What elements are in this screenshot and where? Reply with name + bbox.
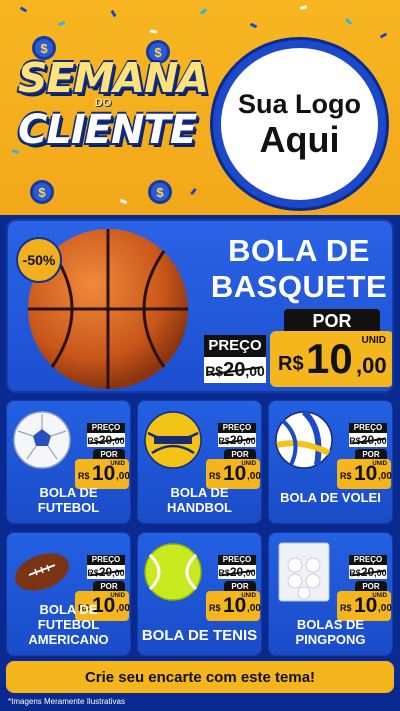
product-name: BOLAS DE PINGPONG bbox=[295, 617, 366, 647]
new-price: UNID R$ 10 ,00 bbox=[206, 591, 261, 621]
cta-banner[interactable]: Crie seu encarte com este tema! bbox=[6, 661, 394, 693]
old-price: R$20,00 bbox=[87, 565, 125, 579]
confetti bbox=[19, 6, 28, 13]
handball-icon bbox=[144, 411, 202, 469]
price-integer: 10 bbox=[223, 594, 247, 617]
logo-text-line2: Aqui bbox=[259, 119, 340, 160]
confetti bbox=[57, 20, 66, 27]
confetti bbox=[110, 9, 117, 18]
featured-product: -50% BOLA DE BASQUETE PREÇO R$20,00 POR … bbox=[6, 219, 394, 393]
old-price: R$20,00 bbox=[349, 433, 387, 447]
product-card: PREÇO R$20,00 POR UNID R$ 10 ,00 BOLA DE… bbox=[6, 532, 131, 656]
discount-badge: -50% bbox=[16, 237, 62, 283]
product-card: PREÇO R$20,00 POR UNID R$ 10 ,00 BOLA DE… bbox=[137, 532, 262, 656]
confetti bbox=[149, 29, 158, 34]
price-currency: R$ bbox=[340, 471, 352, 481]
price-integer: 10 bbox=[92, 462, 116, 485]
volleyball-icon bbox=[275, 409, 333, 469]
header-banner: $ $ $ $ SEMANA DO CLIENTE Sua Logo Aqui bbox=[0, 0, 400, 215]
old-price-label: PREÇO bbox=[87, 423, 125, 433]
old-price: R$20,00 bbox=[218, 565, 256, 579]
logo-text-line1: Sua Logo bbox=[238, 89, 361, 119]
price-integer: 10 bbox=[354, 462, 378, 485]
product-name: BOLA DE HANDBOL bbox=[167, 485, 232, 515]
american-football-icon bbox=[15, 553, 69, 591]
product-name: BOLA DE TENIS bbox=[141, 627, 258, 644]
logo-placeholder: Sua Logo Aqui bbox=[213, 40, 386, 208]
product-card: PREÇO R$20,00 POR UNID R$ 10 ,00 BOLA DE… bbox=[6, 400, 131, 524]
old-price-label: PREÇO bbox=[204, 335, 266, 357]
old-price: R$20,00 bbox=[349, 565, 387, 579]
old-price: R$20,00 bbox=[204, 357, 266, 383]
product-card: PREÇO R$20,00 POR UNID R$ 10 ,00 BOLAS D… bbox=[268, 532, 393, 656]
product-name: BOLA DE FUTEBOL AMERICANO bbox=[28, 602, 109, 647]
product-name: BOLA DE VOLEI bbox=[280, 490, 381, 505]
product-card: PREÇO R$20,00 POR UNID R$ 10 ,00 BOLA DE… bbox=[137, 400, 262, 524]
confetti bbox=[119, 198, 128, 205]
old-price-label: PREÇO bbox=[349, 555, 387, 565]
featured-product-name: BOLA DE BASQUETE bbox=[204, 233, 392, 305]
old-price-label: PREÇO bbox=[218, 423, 256, 433]
unit-label: UNID bbox=[361, 335, 386, 346]
price-decimal: ,00 bbox=[247, 603, 261, 614]
coin-icon: $ bbox=[30, 180, 54, 204]
old-price: R$20,00 bbox=[218, 433, 256, 447]
old-price: R$20,00 bbox=[87, 433, 125, 447]
price-integer: 10 bbox=[223, 462, 247, 485]
price-currency: R$ bbox=[209, 471, 221, 481]
confetti bbox=[249, 22, 258, 29]
confetti bbox=[299, 5, 308, 10]
coin-icon: $ bbox=[148, 180, 172, 204]
event-title: SEMANA DO CLIENTE bbox=[18, 54, 209, 153]
featured-product-name-line2: BASQUETE bbox=[210, 269, 388, 304]
event-title-line2: CLIENTE bbox=[18, 107, 197, 153]
tennis-ball-icon bbox=[144, 543, 202, 601]
price-decimal: ,00 bbox=[356, 353, 387, 378]
confetti bbox=[199, 8, 208, 15]
price-decimal: ,00 bbox=[378, 603, 392, 614]
price-currency: R$ bbox=[340, 603, 352, 613]
price-decimal: ,00 bbox=[247, 471, 261, 482]
confetti bbox=[344, 17, 353, 26]
new-price-label: POR bbox=[284, 309, 380, 333]
product-card: PREÇO R$20,00 POR UNID R$ 10 ,00 BOLA DE… bbox=[268, 400, 393, 524]
product-name: BOLA DE FUTEBOL bbox=[37, 485, 100, 515]
price-decimal: ,00 bbox=[378, 471, 392, 482]
soccer-ball-icon bbox=[13, 411, 71, 469]
old-price-label: PREÇO bbox=[218, 555, 256, 565]
price-currency: R$ bbox=[209, 603, 221, 613]
confetti bbox=[190, 187, 197, 196]
price-currency: R$ bbox=[78, 471, 90, 481]
old-price-label: PREÇO bbox=[87, 555, 125, 565]
price-currency: R$ bbox=[278, 353, 304, 375]
event-title-line1: SEMANA bbox=[18, 54, 209, 102]
featured-product-name-line1: BOLA DE bbox=[228, 233, 370, 268]
new-price: UNID R$ 10 ,00 bbox=[270, 331, 392, 387]
pingpong-balls-icon bbox=[278, 542, 330, 602]
disclaimer: *Imagens Meramente Ilustrativas bbox=[8, 697, 125, 706]
old-price-label: PREÇO bbox=[349, 423, 387, 433]
price-integer: 10 bbox=[354, 594, 378, 617]
price-decimal: ,00 bbox=[116, 471, 130, 482]
confetti bbox=[379, 32, 388, 39]
price-integer: 10 bbox=[306, 335, 353, 382]
new-price: UNID R$ 10 ,00 bbox=[337, 459, 392, 489]
